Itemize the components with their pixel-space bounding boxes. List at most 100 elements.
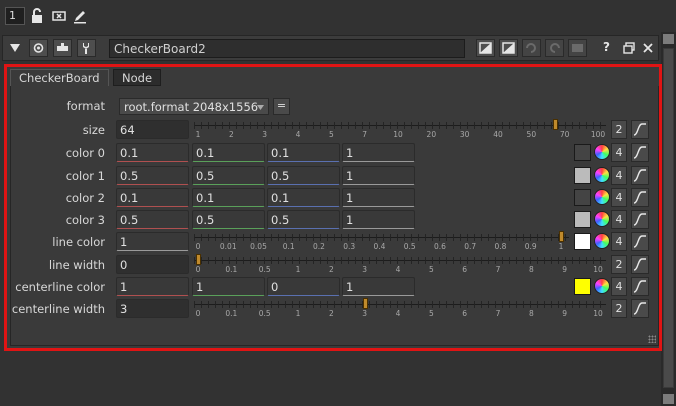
centerline-color-g-input[interactable]: 1	[192, 277, 265, 296]
panel-count-field[interactable]: 1	[5, 7, 25, 25]
format-edit-button[interactable]: =	[273, 98, 290, 115]
line-width-channels-button[interactable]: 2	[611, 255, 627, 274]
color-1-channel-1-input[interactable]: 0.5	[192, 166, 265, 185]
color-2-swatch[interactable]	[574, 189, 591, 206]
color-wheel-icon[interactable]	[594, 189, 610, 205]
color-wheel-icon[interactable]	[594, 278, 610, 294]
redo-button[interactable]	[545, 39, 564, 57]
color-1-channel-0-input[interactable]: 0.5	[116, 166, 189, 185]
color-wheel-icon[interactable]	[594, 144, 610, 160]
color-1-channel-3-input[interactable]: 1	[342, 166, 415, 185]
color-0-swatch[interactable]	[574, 144, 591, 161]
centerline-width-animation-button[interactable]	[631, 299, 649, 318]
color-2-channel-2-input[interactable]: 0.1	[267, 188, 340, 207]
color-3-swatch[interactable]	[574, 211, 591, 228]
slider-handle[interactable]	[196, 254, 201, 265]
color-2-channel-1-input[interactable]: 0.1	[192, 188, 265, 207]
slider-tick-label: 0.1	[225, 265, 238, 274]
color-1-animation-button[interactable]	[631, 166, 649, 185]
help-button[interactable]: ?	[603, 40, 610, 54]
color-0-channels-button[interactable]: 4	[611, 143, 627, 162]
centerline-color-animation-button[interactable]	[631, 277, 649, 296]
line-width-animation-button[interactable]	[631, 255, 649, 274]
size-input[interactable]: 64	[116, 120, 189, 139]
vertical-scrollbar[interactable]	[661, 32, 676, 406]
color-1-swatch[interactable]	[574, 167, 591, 184]
color-3-channel-2-input[interactable]: 0.5	[267, 210, 340, 229]
centerline-width-input[interactable]: 3	[116, 299, 189, 318]
size-animation-button[interactable]	[631, 120, 649, 139]
float-icon[interactable]	[623, 42, 635, 54]
centerline-width-slider[interactable]: 0 0.1 0.5 1 2 3 4 5 6 7 8 9 10	[194, 298, 606, 320]
undo-button[interactable]	[522, 39, 541, 57]
pencil-icon[interactable]	[72, 8, 88, 24]
tab-checkerboard[interactable]: CheckerBoard	[10, 69, 109, 86]
color-0-channel-1-input[interactable]: 0.1	[192, 143, 265, 162]
color-1-channel-2-input[interactable]: 0.5	[267, 166, 340, 185]
centerline-color-b-input[interactable]: 0	[267, 277, 340, 296]
color-wheel-icon[interactable]	[594, 167, 610, 183]
lock-icon[interactable]	[29, 8, 45, 24]
input-button[interactable]	[53, 39, 72, 57]
slider-tick-label: 0.9	[524, 242, 537, 251]
top-toolbar: 1	[0, 0, 676, 32]
node-name-field[interactable]: CheckerBoard2	[109, 39, 465, 58]
alt-color-button[interactable]	[499, 39, 518, 57]
close-icon[interactable]	[642, 42, 654, 54]
color-3-channels-button[interactable]: 4	[611, 210, 627, 229]
resize-grip[interactable]	[648, 335, 656, 343]
tab-node[interactable]: Node	[113, 69, 162, 86]
scroll-thumb[interactable]	[663, 48, 674, 388]
centerline-color-swatch[interactable]	[574, 278, 591, 295]
color-2-channel-3-input[interactable]: 1	[342, 188, 415, 207]
size-channels-button[interactable]: 2	[611, 120, 627, 139]
centerline-width-channels-button[interactable]: 2	[611, 299, 627, 318]
slider-tick-label: 1	[295, 309, 301, 318]
color-0-channel-3-input[interactable]: 1	[342, 143, 415, 162]
scroll-down-button[interactable]	[663, 394, 674, 404]
color-3-channel-3-input[interactable]: 1	[342, 210, 415, 229]
slider-handle[interactable]	[559, 231, 564, 242]
line-color-input[interactable]: 1	[116, 232, 189, 251]
color-0-label: color 0	[65, 146, 105, 160]
line-width-slider[interactable]: 0 0.1 0.5 1 2 3 4 5 6 7 8 9 10	[194, 254, 606, 276]
alt-color-icon	[502, 42, 515, 54]
color-wheel-icon[interactable]	[594, 233, 610, 249]
slider-handle[interactable]	[362, 298, 368, 309]
redo-icon	[550, 43, 560, 53]
viewer-button[interactable]	[29, 39, 48, 57]
node-color-button[interactable]	[476, 39, 495, 57]
color-3-channel-0-input[interactable]: 0.5	[116, 210, 189, 229]
slider-tick-label: 7	[495, 309, 501, 318]
color-2-animation-button[interactable]	[631, 188, 649, 207]
color-wheel-icon[interactable]	[594, 211, 610, 227]
empty-properties-area	[0, 358, 661, 406]
line-width-label: line width	[48, 258, 105, 272]
centerline-color-a-input[interactable]: 1	[342, 277, 415, 296]
scroll-up-button[interactable]	[663, 34, 674, 44]
collapse-triangle-icon[interactable]	[9, 42, 21, 54]
color-0-animation-button[interactable]	[631, 143, 649, 162]
centerline-color-channels-button[interactable]: 4	[611, 277, 627, 296]
format-dropdown[interactable]: root.format 2048x1556	[119, 98, 269, 115]
slider-tick-label: 70	[559, 130, 570, 139]
line-color-channels-button[interactable]: 4	[611, 232, 627, 251]
line-color-animation-button[interactable]	[631, 232, 649, 251]
color-3-animation-button[interactable]	[631, 210, 649, 229]
color-3-channel-1-input[interactable]: 0.5	[192, 210, 265, 229]
color-0-channel-0-input[interactable]: 0.1	[116, 143, 189, 162]
clear-panels-icon[interactable]	[51, 8, 67, 24]
line-width-input[interactable]: 0	[116, 255, 189, 274]
color-0-channel-2-input[interactable]: 0.1	[267, 143, 340, 162]
settings-button[interactable]	[77, 39, 96, 57]
color-1-channels-button[interactable]: 4	[611, 166, 627, 185]
size-slider[interactable]: 1 2 3 4 5 7 10 20 30 40 50 70 100	[194, 119, 606, 141]
slider-tick-label: 0.5	[258, 265, 271, 274]
color-2-channels-button[interactable]: 4	[611, 188, 627, 207]
line-color-swatch[interactable]	[574, 233, 591, 250]
centerline-color-r-input[interactable]: 1	[116, 277, 189, 296]
color-2-channel-0-input[interactable]: 0.1	[116, 188, 189, 207]
revert-button[interactable]	[568, 39, 587, 57]
line-color-slider[interactable]: 0 0.01 0.05 0.1 0.2 0.3 0.4 0.5 0.6 0.7 0.8 0.9 1	[194, 231, 569, 253]
slider-handle[interactable]	[552, 119, 558, 130]
